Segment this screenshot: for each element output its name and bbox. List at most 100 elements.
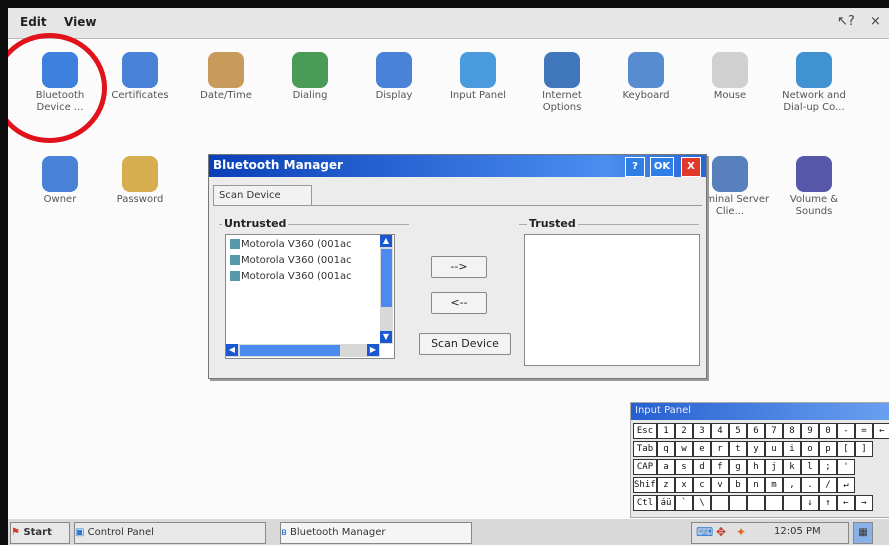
move-to-untrusted-button[interactable]: <-- [431, 292, 487, 314]
key[interactable]: - [837, 423, 855, 439]
key[interactable]: ↑ [819, 495, 837, 511]
key[interactable]: . [801, 477, 819, 493]
key[interactable]: 3 [693, 423, 711, 439]
key[interactable]: k [783, 459, 801, 475]
dialog-ok-button[interactable]: OK [650, 157, 674, 177]
key[interactable]: ↵ [837, 477, 855, 493]
key[interactable]: ← [873, 423, 889, 439]
key[interactable]: r [711, 441, 729, 457]
key[interactable] [711, 495, 729, 511]
menu-edit[interactable]: Edit [20, 15, 47, 29]
key[interactable]: = [855, 423, 873, 439]
key[interactable]: 4 [711, 423, 729, 439]
taskbar-control-panel[interactable]: ▣ Control Panel [74, 522, 266, 544]
key[interactable]: d [693, 459, 711, 475]
scroll-thumb[interactable] [381, 249, 392, 307]
key[interactable]: ] [855, 441, 873, 457]
key[interactable]: , [783, 477, 801, 493]
key[interactable]: o [801, 441, 819, 457]
dialog-close-button[interactable]: X [681, 157, 701, 177]
icon-keyboard[interactable]: Keyboard [606, 52, 686, 132]
scroll-up-icon[interactable]: ▲ [380, 235, 392, 247]
key[interactable]: z [657, 477, 675, 493]
key[interactable]: 8 [783, 423, 801, 439]
list-item[interactable]: Motorola V360 (001ac [230, 271, 352, 282]
tray-status-icon[interactable]: ✦ [736, 525, 746, 539]
key[interactable]: f [711, 459, 729, 475]
dialog-help-button[interactable]: ? [625, 157, 645, 177]
key[interactable]: t [729, 441, 747, 457]
key[interactable]: j [765, 459, 783, 475]
key[interactable]: q [657, 441, 675, 457]
key[interactable] [747, 495, 765, 511]
key[interactable]: / [819, 477, 837, 493]
key[interactable]: c [693, 477, 711, 493]
key[interactable]: l [801, 459, 819, 475]
scroll-down-icon[interactable]: ▼ [380, 331, 392, 343]
key[interactable]: v [711, 477, 729, 493]
key[interactable]: ↓ [801, 495, 819, 511]
tab-scan-device[interactable]: Scan Device [213, 185, 312, 206]
clock[interactable]: 12:05 PM [774, 526, 821, 537]
key[interactable]: → [855, 495, 873, 511]
key[interactable]: áü [657, 495, 675, 511]
desktop-icon[interactable]: ▦ [853, 522, 873, 544]
scroll-right-icon[interactable]: ▶ [367, 344, 379, 356]
horizontal-scrollbar[interactable]: ◀ ▶ [226, 344, 380, 357]
key[interactable]: a [657, 459, 675, 475]
key[interactable]: 1 [657, 423, 675, 439]
key[interactable]: Esc [633, 423, 657, 439]
scan-device-button[interactable]: Scan Device [419, 333, 511, 355]
icon-dialing[interactable]: Dialing [270, 52, 350, 132]
close-button[interactable]: × [870, 14, 881, 29]
key[interactable]: p [819, 441, 837, 457]
icon-inputpanel[interactable]: Input Panel [438, 52, 518, 132]
scroll-left-icon[interactable]: ◀ [226, 344, 238, 356]
key[interactable]: Tab [633, 441, 657, 457]
key[interactable]: Ctl [633, 495, 657, 511]
move-to-trusted-button[interactable]: --> [431, 256, 487, 278]
icon-volume[interactable]: Volume & Sounds [774, 156, 854, 236]
list-item[interactable]: Motorola V360 (001ac [230, 255, 352, 266]
key[interactable]: \ [693, 495, 711, 511]
key[interactable]: x [675, 477, 693, 493]
help-button[interactable]: ↖? [837, 14, 855, 29]
key[interactable]: m [765, 477, 783, 493]
key[interactable]: g [729, 459, 747, 475]
key[interactable]: 9 [801, 423, 819, 439]
icon-password[interactable]: Password [100, 156, 180, 236]
menu-view[interactable]: View [64, 15, 96, 29]
key[interactable] [783, 495, 801, 511]
icon-certificates[interactable]: Certificates [100, 52, 180, 132]
key[interactable]: ← [837, 495, 855, 511]
key[interactable]: ; [819, 459, 837, 475]
key[interactable]: 0 [819, 423, 837, 439]
scroll-h-thumb[interactable] [240, 345, 340, 356]
tray-keyboard-icon[interactable]: ⌨ [696, 525, 713, 539]
icon-datetime[interactable]: Date/Time [186, 52, 266, 132]
key[interactable]: w [675, 441, 693, 457]
vertical-scrollbar[interactable]: ▲ ▼ [380, 235, 393, 344]
key[interactable] [765, 495, 783, 511]
key[interactable]: ` [675, 495, 693, 511]
icon-internet[interactable]: Internet Options [522, 52, 602, 132]
key[interactable]: i [783, 441, 801, 457]
icon-network[interactable]: Network and Dial-up Co... [774, 52, 854, 132]
key[interactable]: h [747, 459, 765, 475]
key[interactable]: ' [837, 459, 855, 475]
key[interactable]: b [729, 477, 747, 493]
key[interactable] [729, 495, 747, 511]
key[interactable]: s [675, 459, 693, 475]
key[interactable]: 2 [675, 423, 693, 439]
key[interactable]: n [747, 477, 765, 493]
key[interactable]: 5 [729, 423, 747, 439]
key[interactable]: CAP [633, 459, 657, 475]
taskbar-bluetooth-manager[interactable]: ʙ Bluetooth Manager [280, 522, 472, 544]
list-item[interactable]: Motorola V360 (001ac [230, 239, 352, 250]
untrusted-list[interactable]: Motorola V360 (001ac Motorola V360 (001a… [225, 234, 395, 359]
key[interactable]: Shift [633, 477, 661, 493]
icon-mouse[interactable]: Mouse [690, 52, 770, 132]
key[interactable]: 7 [765, 423, 783, 439]
tray-network-icon[interactable]: ✥ [716, 525, 726, 539]
key[interactable]: 6 [747, 423, 765, 439]
